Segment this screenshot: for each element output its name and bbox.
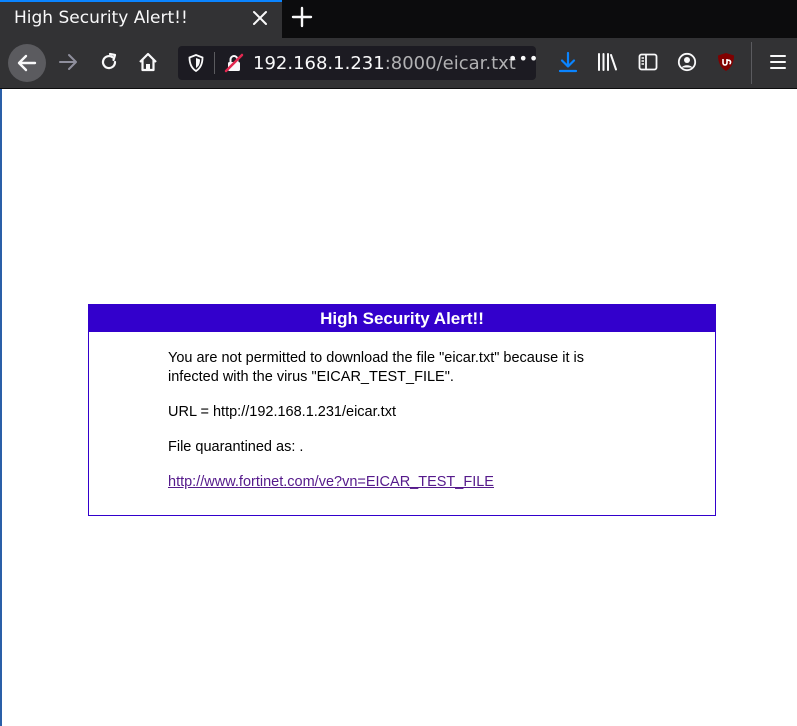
- window-edge: [0, 89, 2, 726]
- ublock-origin-icon: [718, 53, 734, 71]
- urlbar-separator: [214, 52, 215, 74]
- forward-arrow-icon: [59, 54, 77, 70]
- reload-button[interactable]: [93, 46, 125, 78]
- url-host: 192.168.1.231: [253, 53, 385, 74]
- ublock-extension-button[interactable]: [710, 46, 742, 78]
- back-button[interactable]: [8, 44, 46, 82]
- forward-button[interactable]: [52, 46, 84, 78]
- tab-strip: High Security Alert!!: [0, 0, 797, 38]
- hamburger-menu-icon: [770, 55, 786, 69]
- new-tab-icon[interactable]: [291, 6, 313, 28]
- security-alert-box: High Security Alert!! You are not permit…: [88, 304, 716, 516]
- home-icon: [139, 52, 157, 72]
- navigation-toolbar: 192.168.1.231:8000/eicar.txt •••: [0, 38, 797, 89]
- url-text: 192.168.1.231:8000/eicar.txt: [253, 53, 516, 74]
- account-icon: [677, 52, 697, 72]
- sidebar-button[interactable]: [632, 46, 664, 78]
- page-actions-menu-icon[interactable]: •••: [508, 49, 539, 68]
- library-icon: [598, 53, 617, 71]
- downloads-button[interactable]: [552, 46, 584, 78]
- download-arrow-icon: [558, 51, 578, 73]
- account-button[interactable]: [671, 46, 703, 78]
- blocked-url: URL = http://192.168.1.231/eicar.txt: [168, 404, 396, 420]
- tracking-protection-shield-icon[interactable]: [188, 54, 204, 72]
- sidebar-icon: [638, 53, 658, 71]
- library-button[interactable]: [591, 46, 623, 78]
- back-arrow-icon: [17, 54, 37, 72]
- main-menu-button[interactable]: [762, 46, 794, 78]
- tab-title: High Security Alert!!: [14, 8, 188, 28]
- alert-message: You are not permitted to download the fi…: [168, 350, 585, 385]
- virus-info-link[interactable]: http://www.fortinet.com/ve?vn=EICAR_TEST…: [168, 474, 494, 490]
- insecure-lock-icon[interactable]: [224, 53, 244, 73]
- reload-icon: [101, 52, 117, 70]
- toolbar-separator: [751, 42, 752, 84]
- url-path: :8000/eicar.txt: [384, 53, 516, 74]
- alert-body: You are not permitted to download the fi…: [89, 332, 715, 492]
- close-tab-icon[interactable]: [250, 8, 270, 28]
- quarantine-info: File quarantined as: .: [168, 439, 304, 455]
- address-bar[interactable]: 192.168.1.231:8000/eicar.txt •••: [178, 46, 539, 80]
- tab-active[interactable]: High Security Alert!!: [0, 0, 282, 38]
- home-button[interactable]: [132, 46, 164, 78]
- alert-title: High Security Alert!!: [89, 305, 715, 332]
